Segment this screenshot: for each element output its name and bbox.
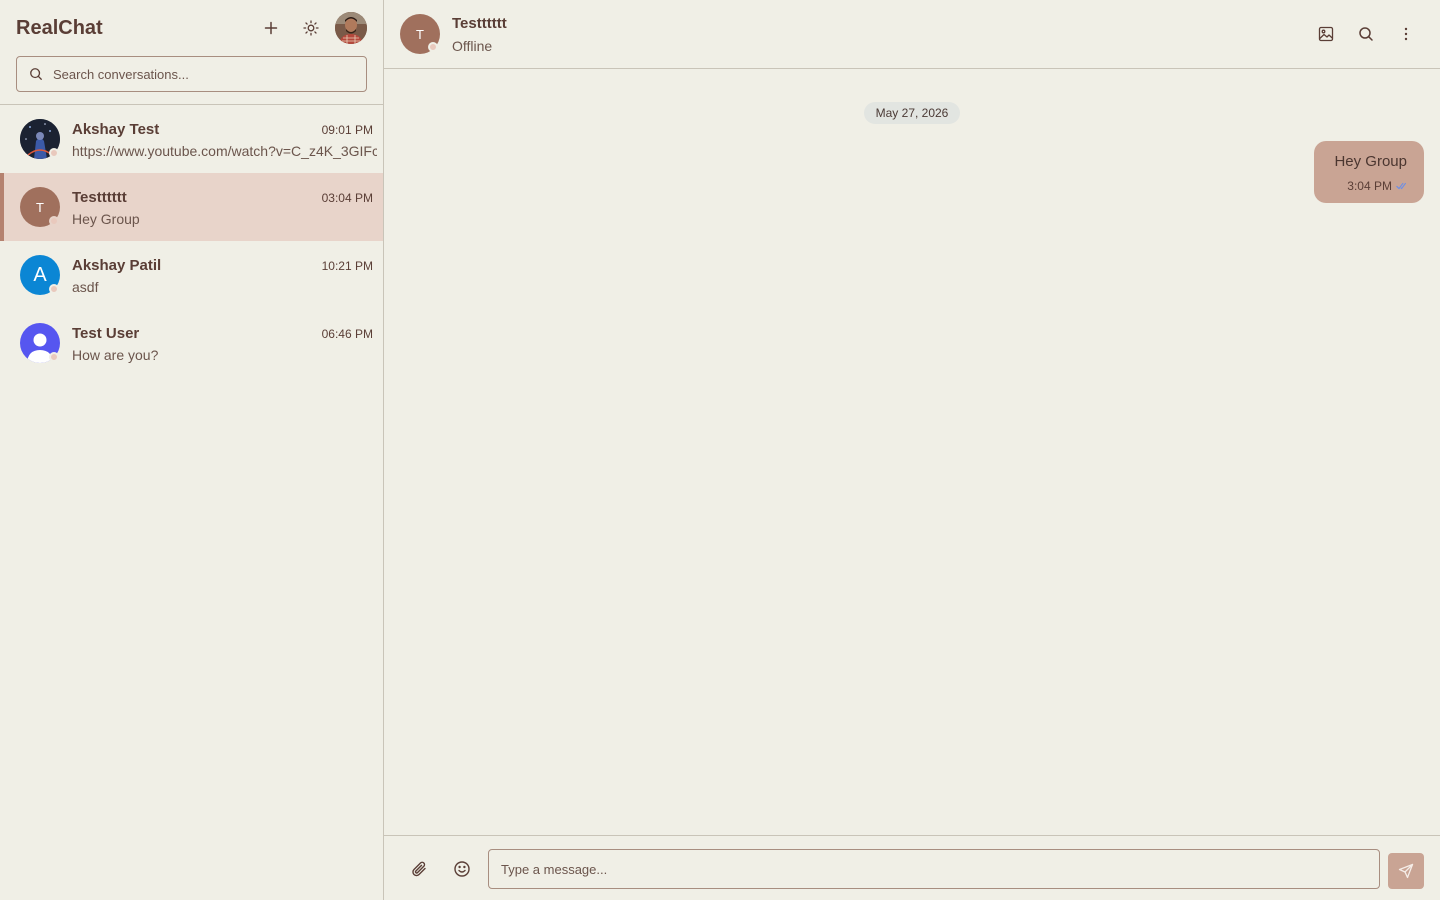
chat-status: Offline [452,38,493,54]
message-text: Hey Group [1334,153,1407,170]
avatar-letter: T [416,26,424,42]
message-input[interactable] [488,849,1380,889]
sidebar-header: RealChat [0,0,383,105]
sidebar: RealChat Search conversations... Akshay … [0,0,384,900]
conversation-name: Test User [72,325,140,342]
conversation-time: 06:46 PM [321,327,373,341]
search-input[interactable] [53,66,353,82]
media-button[interactable] [1312,20,1340,48]
app-title: RealChat [16,17,103,39]
plus-icon [264,21,278,35]
presence-dot [428,42,438,52]
user-avatar[interactable] [335,12,367,44]
avatar-letter: T [36,199,44,215]
conversation-preview: Hey Group [72,211,140,227]
search-box [16,56,367,92]
conversation-time: 03:04 PM [321,191,373,205]
paperclip-icon [412,861,426,877]
smile-icon [454,861,470,877]
outgoing-message[interactable]: Hey Group 3:04 PM [1314,141,1424,203]
conversation-list: Akshay Test 09:01 PM https://www.youtube… [0,105,383,377]
more-options-button[interactable] [1392,20,1420,48]
conversation-preview: How are you? [72,347,159,363]
conversation-time: 10:21 PM [321,259,373,273]
user-photo [335,12,367,44]
conversation-item-akshay-patil[interactable]: A Akshay Patil 10:21 PM asdf [0,241,383,309]
message-meta: 3:04 PM [1347,179,1408,193]
chat-header: T Testttttt Offline [384,0,1440,69]
presence-dot [49,216,59,226]
date-separator: May 27, 2026 [864,102,960,124]
message-composer [384,835,1440,900]
avatar-letter: A [33,263,47,286]
conversation-name: Akshay Test [72,121,160,138]
conversation-item-test-user[interactable]: Test User 06:46 PM How are you? [0,309,383,377]
double-check-icon [1396,182,1406,190]
search-chat-button[interactable] [1352,20,1380,48]
attach-button[interactable] [408,858,430,880]
message-time: 3:04 PM [1347,179,1392,193]
more-vertical-icon [1404,27,1408,41]
presence-dot [49,148,59,158]
search-icon [30,68,42,80]
presence-dot [49,284,59,294]
conversation-name: Testttttt [72,189,127,206]
search-icon [1359,27,1373,41]
presence-dot [49,352,59,362]
chat-name: Testttttt [452,15,507,32]
conversation-preview: asdf [72,279,99,295]
emoji-button[interactable] [451,858,473,880]
conversation-name: Akshay Patil [72,257,162,274]
image-icon [1318,26,1334,42]
send-button[interactable] [1388,853,1424,889]
conversation-item-akshay-test[interactable]: Akshay Test 09:01 PM https://www.youtube… [0,105,383,173]
new-chat-button[interactable] [257,14,285,42]
conversation-preview: https://www.youtube.com/watch?v=C_z4K_3G… [72,143,377,159]
send-icon [1398,863,1414,879]
conversation-item-testttttt[interactable]: T Testttttt 03:04 PM Hey Group [0,173,383,241]
sun-icon [303,20,319,36]
conversation-time: 09:01 PM [321,123,373,137]
theme-toggle-button[interactable] [297,14,325,42]
message-area: May 27, 2026 Hey Group 3:04 PM [384,69,1440,835]
